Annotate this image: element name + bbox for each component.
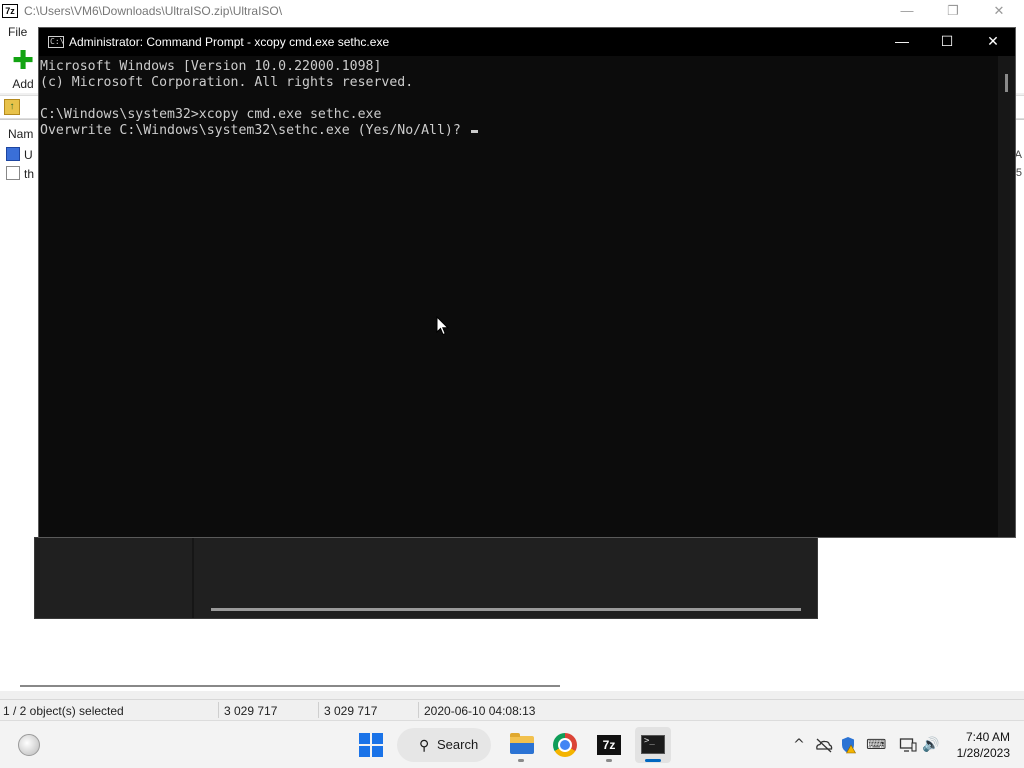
- console-line: (c) Microsoft Corporation. All rights re…: [40, 75, 414, 90]
- mouse-pointer-icon: [436, 316, 450, 336]
- cmd-close-button[interactable]: ✕: [970, 28, 1016, 56]
- console-line: Microsoft Windows [Version 10.0.22000.10…: [40, 59, 382, 74]
- minimize-button[interactable]: —: [884, 0, 930, 23]
- horizontal-scrollbar[interactable]: [20, 685, 560, 687]
- taskbar: ⚲ Search 7z >_ ^ ⌨ 🔊 7:40 AM 1/28/2023: [0, 720, 1024, 768]
- add-plus-icon: ✚: [12, 46, 34, 76]
- cmd-window-title: Administrator: Command Prompt - xcopy cm…: [69, 35, 390, 49]
- volume-icon[interactable]: 🔊: [921, 735, 941, 755]
- close-button[interactable]: ✕: [976, 0, 1022, 23]
- background-dialog: [34, 537, 818, 619]
- status-bar: 1 / 2 object(s) selected 3 029 717 3 029…: [0, 699, 1024, 720]
- windows-logo-tile: [372, 746, 383, 757]
- start-button[interactable]: [359, 733, 383, 757]
- search-label: Search: [437, 737, 479, 752]
- security-shield-icon[interactable]: [838, 735, 858, 755]
- status-modified: 2020-06-10 04:08:13: [424, 704, 536, 718]
- windows-logo-tile: [359, 733, 370, 744]
- restore-button[interactable]: ❐: [930, 0, 976, 23]
- cmd-console-output[interactable]: Microsoft Windows [Version 10.0.22000.10…: [39, 56, 999, 537]
- taskbar-clock[interactable]: 7:40 AM 1/28/2023: [957, 729, 1010, 761]
- text-cursor: [470, 130, 478, 133]
- taskbar-search-button[interactable]: ⚲ Search: [397, 728, 491, 762]
- onedrive-offline-icon[interactable]: [814, 735, 834, 755]
- status-divider: [418, 702, 419, 718]
- list-item-label: th: [24, 167, 35, 181]
- list-item[interactable]: th: [6, 166, 34, 184]
- taskbar-command-prompt[interactable]: >_: [635, 727, 671, 763]
- cmd-scroll-thumb[interactable]: [1005, 74, 1008, 92]
- clock-time: 7:40 AM: [965, 730, 1010, 744]
- taskbar-chrome[interactable]: [547, 727, 583, 763]
- active-indicator: [645, 759, 661, 762]
- overwrite-prompt-text: Overwrite C:\Windows\system32\sethc.exe …: [40, 123, 469, 138]
- cmd-maximize-button[interactable]: ☐: [924, 28, 970, 56]
- weather-widget-icon[interactable]: [18, 734, 40, 756]
- chevron-up-icon[interactable]: ^: [789, 735, 809, 755]
- status-divider: [318, 702, 319, 718]
- list-item[interactable]: U: [6, 147, 33, 165]
- console-line: C:\Windows\system32>xcopy cmd.exe sethc.…: [40, 107, 382, 122]
- running-indicator: [518, 759, 524, 762]
- clock-date: 1/28/2023: [956, 746, 1010, 760]
- cmd-minimize-button[interactable]: —: [879, 28, 925, 56]
- console-prompt-line: Overwrite C:\Windows\system32\sethc.exe …: [40, 123, 999, 139]
- exe-file-icon: [6, 147, 20, 161]
- sevenzip-app-icon: 7z: [2, 4, 18, 18]
- status-divider: [218, 702, 219, 718]
- running-indicator: [606, 759, 612, 762]
- windows-logo-tile: [372, 733, 383, 744]
- cmd-app-icon: C:\: [48, 36, 65, 48]
- taskbar-file-explorer[interactable]: [503, 727, 539, 763]
- file-explorer-icon: [510, 733, 534, 754]
- list-item-label: U: [24, 148, 33, 162]
- sevenzip-icon: 7z: [597, 735, 621, 755]
- command-prompt-window: C:\ Administrator: Command Prompt - xcop…: [38, 27, 1016, 538]
- cmd-titlebar[interactable]: C:\ Administrator: Command Prompt - xcop…: [39, 28, 1015, 56]
- sevenzip-window-title: C:\Users\VM6\Downloads\UltraISO.zip\Ultr…: [24, 4, 283, 18]
- keyboard-icon[interactable]: ⌨: [866, 735, 886, 755]
- chrome-icon: [553, 733, 577, 757]
- add-button-label: Add: [12, 77, 34, 91]
- network-icon[interactable]: [898, 735, 918, 755]
- status-size: 3 029 717: [224, 704, 278, 718]
- search-icon: ⚲: [419, 737, 430, 753]
- sevenzip-titlebar[interactable]: 7z C:\Users\VM6\Downloads\UltraISO.zip\U…: [0, 0, 1024, 23]
- text-file-icon: [6, 166, 20, 180]
- cmd-vertical-scrollbar[interactable]: [998, 56, 1015, 537]
- menu-file[interactable]: File: [8, 25, 27, 39]
- windows-logo-tile: [359, 746, 370, 757]
- column-header-name[interactable]: Nam: [8, 127, 33, 141]
- status-selected: 1 / 2 object(s) selected: [3, 704, 124, 718]
- dialog-horizontal-scrollbar[interactable]: [211, 608, 801, 611]
- terminal-icon: >_: [641, 735, 665, 754]
- add-button[interactable]: ✚ Add: [8, 46, 38, 91]
- taskbar-7zip[interactable]: 7z: [591, 727, 627, 763]
- status-packed-size: 3 029 717: [324, 704, 378, 718]
- dialog-divider: [192, 538, 194, 618]
- folder-up-icon[interactable]: ↑: [4, 99, 20, 115]
